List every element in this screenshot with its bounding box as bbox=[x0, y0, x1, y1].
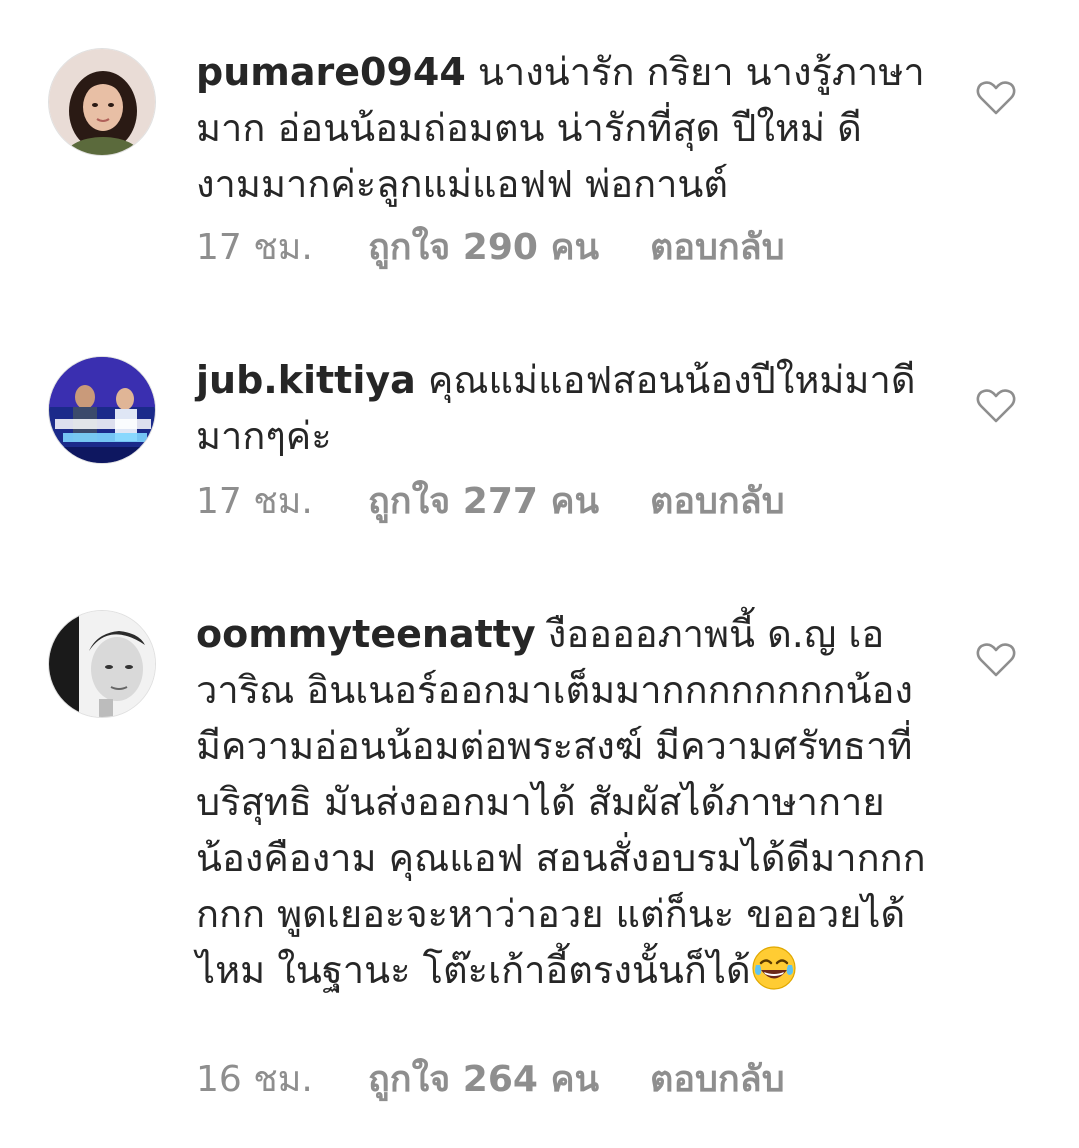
face-with-tears-of-joy-icon bbox=[752, 946, 796, 990]
comment-time: 17 ชม. bbox=[196, 481, 313, 522]
heart-outline-icon[interactable] bbox=[976, 388, 1016, 424]
comment-meta: 17 ชม. ถูกใจ 290 คน ตอบกลับ bbox=[196, 226, 785, 270]
comment-time: 16 ชม. bbox=[196, 1059, 313, 1100]
comment-username[interactable]: oommyteenatty bbox=[196, 612, 536, 656]
heart-outline-icon[interactable] bbox=[976, 642, 1016, 678]
avatar-image bbox=[49, 611, 155, 717]
avatar[interactable] bbox=[48, 610, 156, 718]
comment-username[interactable]: jub.kittiya bbox=[196, 358, 416, 402]
avatar[interactable] bbox=[48, 356, 156, 464]
avatar-image bbox=[49, 49, 155, 155]
comment-body: jub.kittiya คุณแม่แอฟสอนน้องปีใหม่มาดีมา… bbox=[196, 352, 926, 464]
reply-button[interactable]: ตอบกลับ bbox=[650, 1058, 785, 1102]
comment-meta: 17 ชม. ถูกใจ 277 คน ตอบกลับ bbox=[196, 480, 785, 524]
comment-likes-count[interactable]: ถูกใจ 277 คน bbox=[368, 480, 650, 524]
comment-text: งืออออภาพนี้ ด.ญ เอวาริณ อินเนอร์ออกมาเต… bbox=[196, 612, 926, 992]
comment-body: pumare0944 นางน่ารัก กริยา นางรู้ภาษามาก… bbox=[196, 44, 926, 212]
reply-button[interactable]: ตอบกลับ bbox=[650, 226, 785, 270]
comment-body: oommyteenatty งืออออภาพนี้ ด.ญ เอวาริณ อ… bbox=[196, 606, 926, 998]
comment-likes-count[interactable]: ถูกใจ 290 คน bbox=[368, 226, 650, 270]
avatar[interactable] bbox=[48, 48, 156, 156]
comment-meta: 16 ชม. ถูกใจ 264 คน ตอบกลับ bbox=[196, 1058, 785, 1102]
avatar-image bbox=[49, 357, 155, 463]
heart-outline-icon[interactable] bbox=[976, 80, 1016, 116]
comment-time: 17 ชม. bbox=[196, 227, 313, 268]
comment-likes-count[interactable]: ถูกใจ 264 คน bbox=[368, 1058, 650, 1102]
comment-username[interactable]: pumare0944 bbox=[196, 50, 466, 94]
reply-button[interactable]: ตอบกลับ bbox=[650, 480, 785, 524]
